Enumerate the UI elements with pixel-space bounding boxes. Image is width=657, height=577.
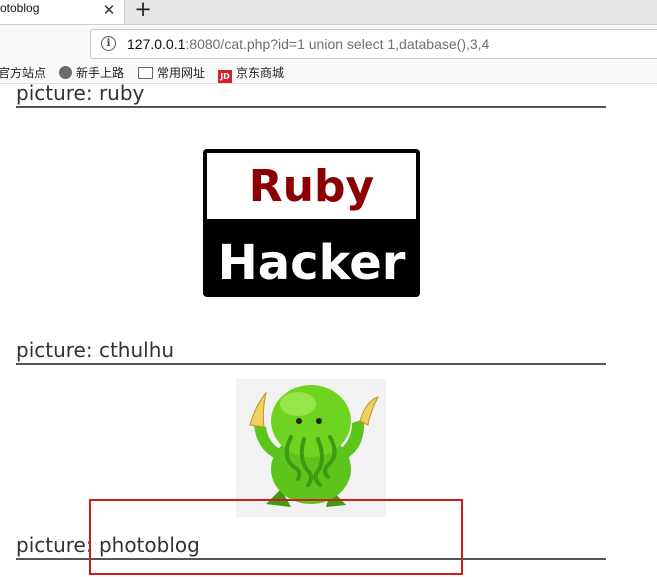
picture-title-ruby: picture: ruby — [16, 82, 606, 108]
new-tab-icon[interactable]: + — [132, 0, 154, 22]
cthulhu-head-shine — [280, 392, 316, 416]
url-text[interactable]: 127.0.0.1:8080/cat.php?id=1 union select… — [127, 36, 489, 52]
nav-bar: i 127.0.0.1:8080/cat.php?id=1 union sele… — [0, 25, 657, 61]
ruby-hacker-image: Ruby Hacker — [203, 149, 420, 297]
bookmark-getting-started[interactable]: 新手上路 — [59, 64, 124, 81]
bookmark-official-site[interactable]: 官方站点 — [0, 64, 46, 81]
bookmark-common-sites[interactable]: 常用网址 — [138, 64, 205, 81]
bookmark-label: 常用网址 — [157, 66, 206, 80]
bookmark-label: 京东商城 — [236, 66, 285, 80]
ruby-word: Ruby — [249, 161, 374, 212]
cthulhu-eye-right — [316, 418, 322, 424]
picture-title-cthulhu: picture: cthulhu — [16, 339, 606, 365]
cthulhu-image — [236, 379, 386, 517]
address-bar[interactable]: i 127.0.0.1:8080/cat.php?id=1 union sele… — [90, 29, 657, 59]
bookmark-jd-mall[interactable]: JD 京东商城 — [218, 64, 284, 83]
bookmark-label: 新手上路 — [76, 66, 125, 80]
url-path: :8080/cat.php?id=1 union select 1,databa… — [185, 36, 490, 52]
tab-strip: otoblog ✕ + — [0, 0, 657, 25]
hacker-word: Hacker — [218, 235, 406, 291]
highlight-box — [89, 499, 463, 575]
folder-icon — [138, 67, 153, 79]
cthulhu-eye-left — [296, 418, 302, 424]
tab-close-icon[interactable]: ✕ — [100, 0, 118, 20]
globe-icon — [59, 66, 72, 79]
bookmark-label: 官方站点 — [0, 66, 47, 80]
browser-tab[interactable]: otoblog ✕ — [0, 0, 125, 24]
tab-title: otoblog — [0, 1, 40, 15]
info-icon[interactable]: i — [101, 36, 116, 51]
url-host: 127.0.0.1 — [127, 36, 186, 52]
